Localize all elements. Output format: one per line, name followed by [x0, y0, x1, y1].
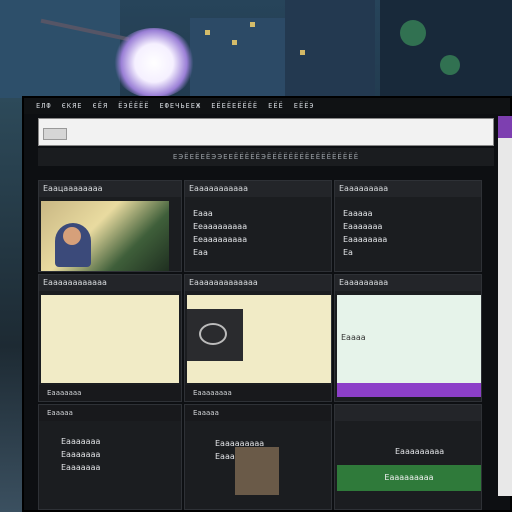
card[interactable]: Еааааааааааааа Еаааааааа: [184, 274, 332, 402]
address-bar[interactable]: [38, 118, 494, 146]
card[interactable]: Еааааааааа Еаааа: [334, 274, 482, 402]
card-line: Еааааа: [343, 209, 373, 218]
building: [285, 0, 375, 98]
accent-strip: [498, 116, 512, 138]
accent-bar: [337, 383, 481, 397]
menu-item[interactable]: ЕЛФ: [36, 102, 52, 110]
person-face: [63, 227, 81, 245]
building: [380, 0, 512, 98]
menu-item[interactable]: ЄКЯЕ: [62, 102, 83, 110]
card-body: Еааааа Еааааааа Еаааааааа Еа: [343, 207, 387, 259]
window-light: [232, 40, 237, 45]
window-light: [250, 22, 255, 27]
card[interactable]: Еааааааааааа Еааа Ееааааааааа Ееаааааааа…: [184, 180, 332, 272]
photo-thumbnail[interactable]: [41, 201, 169, 271]
window-light: [300, 50, 305, 55]
plant: [440, 55, 460, 75]
window-light: [205, 30, 210, 35]
card-body: Еааа Ееааааааааа Ееааааааааа Еаа: [193, 207, 247, 259]
card-title: Еаацаааааааа: [39, 181, 181, 197]
content-thumbnail[interactable]: [187, 295, 331, 383]
menu-item[interactable]: ЄЁЯ: [93, 102, 109, 110]
menu-item[interactable]: ЕЁЕЁЕЁЁЁЁ: [211, 102, 258, 110]
card-line: Еааааааа: [61, 463, 101, 472]
card[interactable]: Еаацаааааааа: [38, 180, 182, 272]
menu-item[interactable]: ЕФЕЧЬЕЕЖ: [159, 102, 201, 110]
card-line: Еааа: [193, 209, 213, 218]
primary-button[interactable]: Еааааааааа: [337, 465, 481, 491]
plant: [400, 20, 426, 46]
card-title: Еааааааааа: [335, 275, 481, 291]
menu-item[interactable]: ЁЭЁЁЁЁ: [118, 102, 149, 110]
card-line: Ееааааааааа: [193, 235, 248, 244]
card-footer: Еааааа: [39, 405, 181, 421]
content-thumbnail[interactable]: Еаааа: [337, 295, 481, 383]
swirl-icon: [199, 323, 227, 345]
card-footer: Еааааа: [185, 405, 331, 421]
image-thumbnail[interactable]: [235, 447, 279, 495]
card-line: Еааааааа: [61, 450, 101, 459]
card[interactable]: Еааааааааа Еааааааа Еааааа: [184, 404, 332, 510]
image-thumbnail: [187, 309, 243, 361]
side-panel: [498, 116, 512, 496]
card-title: Еааааааааааа: [185, 181, 331, 197]
card-line: Еаааа: [341, 333, 366, 342]
browser-tab[interactable]: [43, 128, 67, 140]
menu-item[interactable]: ЕЁЁЭ: [294, 102, 315, 110]
card[interactable]: Еааааааааа Еааааааааа: [334, 404, 482, 510]
card-line: Еааааааааа: [395, 447, 445, 456]
card-title: Еааааааааааааа: [185, 275, 331, 291]
card[interactable]: Еаааааааааааа Еааааааа: [38, 274, 182, 402]
card[interactable]: Еааааааааа Еааааа Еааааааа Еаааааааа Еа: [334, 180, 482, 272]
card[interactable]: Еааааааа Еааааааа Еааааааа Еааааа: [38, 404, 182, 510]
lamp-light: [112, 28, 196, 98]
card-footer: Еаааааааа: [185, 385, 331, 401]
card-title: Еаааааааааааа: [39, 275, 181, 291]
toolbar-text: ЕЭЁЕЁЕЁЭЭЕЕЁЁЁЁЁЭЁЁЁЁЁЁЁЁЕЁЁЁЁЁЁЁЁ: [172, 153, 360, 161]
monitor-screen: ЕЛФ ЄКЯЕ ЄЁЯ ЁЭЁЁЁЁ ЕФЕЧЬЕЕЖ ЕЁЕЁЕЁЁЁЁ Е…: [22, 96, 512, 512]
card-title: Еааааааааа: [335, 181, 481, 197]
card-line: Еааааааа: [343, 222, 383, 231]
left-wall: [0, 98, 22, 512]
content-thumbnail[interactable]: [41, 295, 179, 383]
toolbar: ЕЭЁЕЁЕЁЭЭЕЕЁЁЁЁЁЭЁЁЁЁЁЁЁЁЕЁЁЁЁЁЁЁЁ: [38, 148, 494, 166]
card-line: Еааааааа: [61, 437, 101, 446]
menu-bar: ЕЛФ ЄКЯЕ ЄЁЯ ЁЭЁЁЁЁ ЕФЕЧЬЕЕЖ ЕЁЕЁЕЁЁЁЁ Е…: [24, 98, 510, 114]
card-line: Еаааааааа: [343, 235, 388, 244]
card-title: [335, 405, 481, 421]
menu-item[interactable]: ЕЁЁ: [268, 102, 284, 110]
card-body: Еааааааа Еааааааа Еааааааа: [61, 435, 100, 474]
card-line: Еаа: [193, 248, 208, 257]
content-grid: Еаацаааааааа Еааааааааааа Еааа Ееааааааа…: [38, 180, 498, 510]
card-footer: Еааааааа: [39, 385, 181, 401]
card-line: Еа: [343, 248, 353, 257]
building: [0, 0, 120, 98]
card-line: Ееааааааааа: [193, 222, 248, 231]
